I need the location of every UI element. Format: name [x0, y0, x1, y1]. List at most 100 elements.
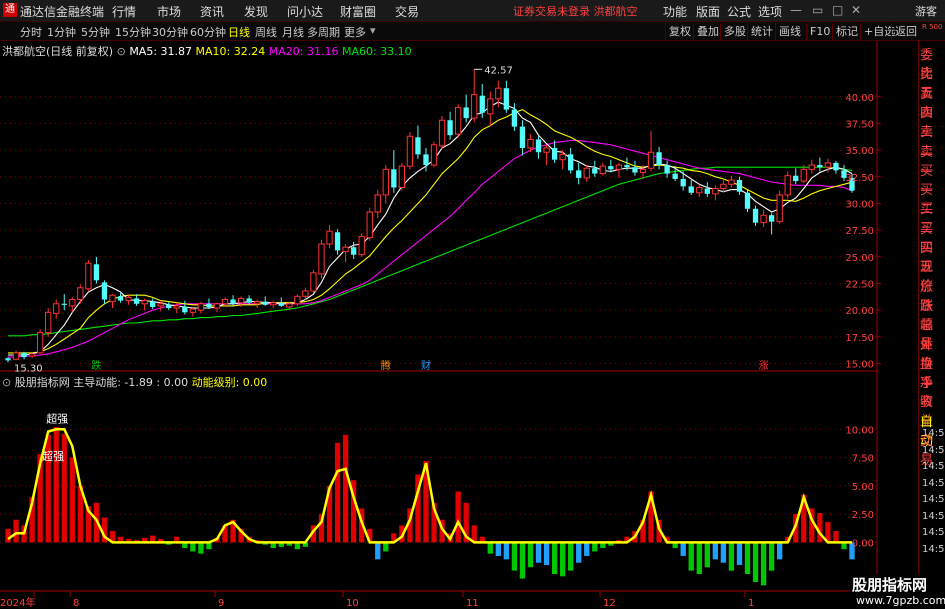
price-tick-label: 25.00 — [845, 253, 874, 264]
x-tick-label: 8 — [73, 598, 79, 609]
restore-rights-button[interactable]: 复权 — [665, 23, 691, 40]
candle-body — [688, 186, 694, 193]
app-name: 通达信金融终端 — [20, 5, 105, 19]
candle-body — [808, 164, 815, 170]
menu-function[interactable]: 功能 — [663, 3, 687, 20]
super-strong-label: 超强 — [42, 449, 64, 463]
indicator-bar — [511, 542, 518, 571]
candle-body — [664, 165, 670, 174]
candle-body — [334, 232, 341, 251]
candle-body — [608, 166, 614, 170]
f10-button[interactable]: F10 — [806, 23, 830, 40]
indicator-bar — [704, 542, 710, 568]
menu-discover[interactable]: 发现 — [244, 3, 268, 20]
menu-options[interactable]: 选项 — [758, 3, 782, 20]
candle-body — [398, 165, 406, 188]
candle-body — [800, 168, 807, 182]
period-30min[interactable]: 30分钟 — [152, 24, 188, 40]
indicator-bar — [712, 542, 719, 560]
candle-body — [415, 137, 421, 155]
statistics-button[interactable]: 统计 — [747, 23, 773, 40]
indicator-bar — [584, 542, 590, 556]
indicator-bar — [495, 542, 501, 556]
candle-body — [157, 303, 164, 307]
candle-body — [479, 95, 485, 113]
menu-formula[interactable]: 公式 — [727, 3, 751, 20]
guest-user[interactable]: 游客 — [915, 3, 937, 19]
candle-body — [833, 162, 839, 171]
period-15min[interactable]: 15分钟 — [115, 24, 151, 40]
candle-body — [197, 303, 205, 311]
candle-body — [166, 304, 172, 309]
candle-body — [53, 303, 60, 314]
menu-trade[interactable]: 交易 — [395, 3, 419, 20]
x-tick-label: 9 — [218, 598, 224, 609]
indicator-bar — [487, 542, 493, 554]
indicator-bar — [535, 542, 542, 563]
period-more[interactable]: 更多 — [344, 24, 366, 40]
period-monthly[interactable]: 月线 — [282, 24, 304, 40]
minimize-icon[interactable]: — — [790, 3, 802, 17]
menu-wealth[interactable]: 财富圈 — [340, 3, 376, 20]
overlay-button[interactable]: 叠加 — [693, 23, 719, 40]
candle-body — [768, 215, 775, 222]
period-intraday[interactable]: 分时 — [20, 24, 42, 40]
period-60min[interactable]: 60分钟 — [190, 24, 226, 40]
maximize-icon[interactable]: □ — [832, 3, 843, 17]
indicator-bar — [69, 457, 75, 543]
period-daily[interactable]: 日线 — [228, 24, 250, 40]
candle-body — [632, 167, 638, 173]
period-5min[interactable]: 5分钟 — [81, 24, 110, 40]
menu-ask[interactable]: 问小达 — [287, 3, 323, 20]
indicator-bar — [688, 542, 694, 571]
super-strong-label: 超强 — [46, 411, 68, 425]
add-favorite-button[interactable]: +自选 — [860, 23, 895, 40]
indicator-bar — [777, 542, 783, 560]
candle-body — [254, 301, 261, 305]
kline-chart[interactable]: 40.00 37.50 35.00 32.50 30.00 27.50 25.00 22.50… — [0, 41, 918, 609]
mark-button[interactable]: 标记 — [832, 23, 858, 40]
indicator-bar — [568, 542, 574, 571]
period-weekly[interactable]: 周线 — [255, 24, 277, 40]
indicator-bar — [559, 542, 566, 577]
menu-market[interactable]: 市场 — [157, 3, 181, 20]
menu-news[interactable]: 资讯 — [200, 3, 224, 20]
menu-layout[interactable]: 版面 — [696, 3, 720, 20]
indicator-bar — [768, 542, 775, 571]
ind-tick-label: 5.00 — [852, 482, 874, 493]
indicator-bar — [543, 542, 550, 565]
indicator-bar — [720, 542, 727, 563]
candle-body — [680, 178, 686, 187]
candle-body — [382, 168, 389, 196]
candle-body — [246, 298, 252, 303]
candle-body — [206, 303, 212, 307]
indicator-bar — [576, 542, 582, 563]
candle-body — [454, 106, 462, 135]
candle-body — [133, 298, 140, 304]
candle-body — [543, 147, 550, 153]
close-icon[interactable]: ✕ — [851, 3, 861, 17]
multi-stock-button[interactable]: 多股 — [720, 23, 746, 40]
back-button[interactable]: 返回 — [891, 23, 917, 40]
indicator-bar — [696, 542, 702, 575]
candle-body — [447, 120, 453, 136]
event-marker: 跌 — [91, 359, 101, 372]
menu-quotes[interactable]: 行情 — [112, 3, 136, 20]
period-multi[interactable]: 多周期 — [307, 24, 340, 40]
price-tick-label: 30.00 — [845, 199, 874, 210]
more-dropdown-icon[interactable]: ▾ — [370, 24, 376, 37]
draw-line-button[interactable]: 画线 — [775, 23, 801, 40]
candle-body — [463, 107, 469, 119]
login-notice[interactable]: 证券交易未登录 洪都航空 — [513, 3, 638, 19]
period-1min[interactable]: 1分钟 — [47, 24, 76, 40]
restore-icon[interactable]: ▭ — [812, 3, 823, 17]
candle-body — [189, 308, 197, 313]
candle-body — [568, 154, 574, 171]
candle-body — [696, 186, 703, 194]
x-tick-label: 1 — [748, 598, 754, 609]
price-tick-label: 15.00 — [845, 360, 874, 371]
candle-body — [495, 87, 502, 100]
candle-body — [592, 168, 598, 174]
candle-body — [776, 194, 783, 223]
ind-tick-label: 10.00 — [845, 425, 874, 436]
